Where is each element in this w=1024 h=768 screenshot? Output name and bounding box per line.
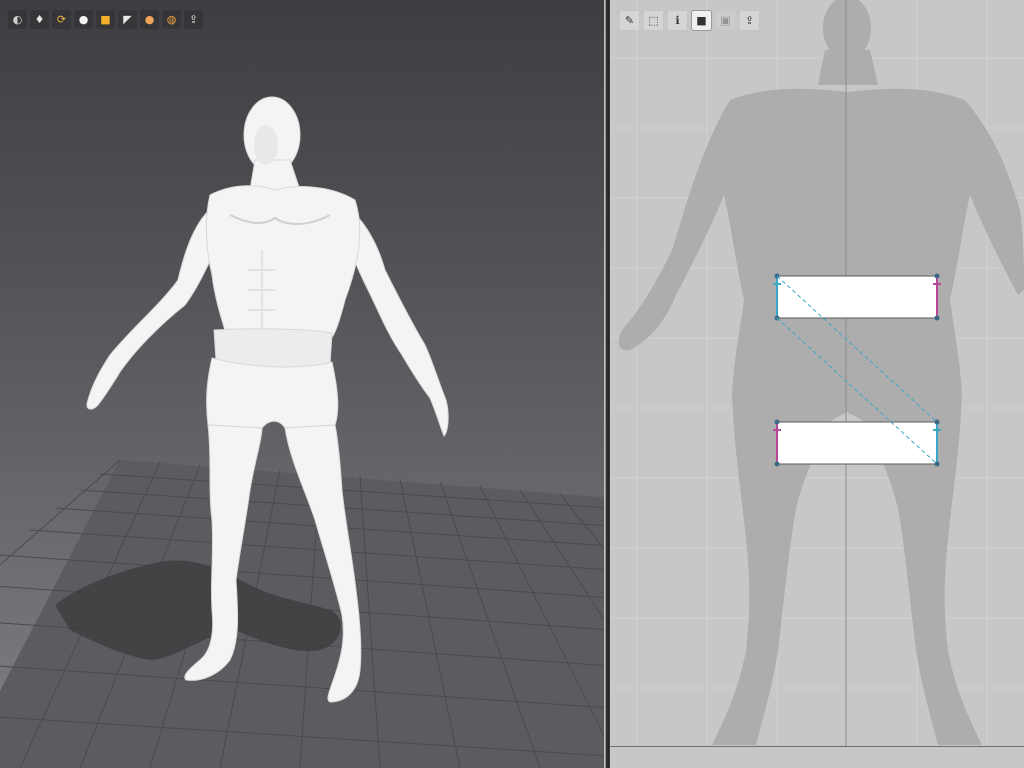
fabric-select-button[interactable]: ■ bbox=[691, 10, 712, 31]
globe-icon: ◍ bbox=[166, 13, 177, 26]
flag-icon: ◤ bbox=[123, 13, 132, 26]
viewport-2d[interactable] bbox=[610, 0, 1024, 768]
viewport-3d[interactable] bbox=[0, 0, 604, 768]
fabric-select-icon: ■ bbox=[696, 14, 707, 27]
globe-button[interactable]: ◍ bbox=[162, 10, 181, 29]
export-icon: ⇪ bbox=[188, 13, 199, 26]
person-icon: ● bbox=[144, 13, 155, 26]
fabric-icon: ■ bbox=[100, 13, 111, 26]
upload-icon: ⇪ bbox=[744, 14, 755, 27]
avatar-silhouette bbox=[618, 0, 1024, 745]
info-button[interactable]: ℹ bbox=[667, 10, 688, 31]
orbit-icon: ◐ bbox=[12, 13, 23, 26]
export-button[interactable]: ⇪ bbox=[184, 10, 203, 29]
avatar-icon: ● bbox=[78, 13, 89, 26]
pattern-piece-back[interactable] bbox=[773, 419, 941, 467]
avatar-button[interactable]: ● bbox=[74, 10, 93, 29]
fabric-button[interactable]: ■ bbox=[96, 10, 115, 29]
edit-pattern-button[interactable]: ✎ bbox=[619, 10, 640, 31]
scene-3d[interactable] bbox=[0, 0, 604, 768]
copy-button[interactable]: ▣ bbox=[715, 10, 736, 31]
orbit-button[interactable]: ◐ bbox=[8, 10, 27, 29]
person-button[interactable]: ● bbox=[140, 10, 159, 29]
shirt-button[interactable]: ♦ bbox=[30, 10, 49, 29]
flag-button[interactable]: ◤ bbox=[118, 10, 137, 29]
viewport-2d-bottom-edge bbox=[610, 746, 1024, 747]
pattern-piece-front[interactable] bbox=[773, 273, 941, 321]
info-icon: ℹ bbox=[675, 14, 680, 27]
toolbar-3d: ◐ ♦ ⟳ ● ■ ◤ ● ◍ ⇪ bbox=[8, 10, 203, 29]
toolbar-2d: ✎ ⬚ ℹ ■ ▣ ⇪ bbox=[619, 10, 760, 31]
upload-button[interactable]: ⇪ bbox=[739, 10, 760, 31]
face-shading bbox=[254, 125, 278, 165]
transform-button[interactable]: ⬚ bbox=[643, 10, 664, 31]
edit-pattern-icon: ✎ bbox=[624, 14, 635, 27]
refresh-button[interactable]: ⟳ bbox=[52, 10, 71, 29]
copy-icon: ▣ bbox=[720, 14, 731, 27]
shirt-icon: ♦ bbox=[34, 13, 45, 26]
transform-icon: ⬚ bbox=[648, 14, 659, 27]
refresh-icon: ⟳ bbox=[56, 13, 67, 26]
pattern-canvas[interactable] bbox=[610, 0, 1024, 768]
